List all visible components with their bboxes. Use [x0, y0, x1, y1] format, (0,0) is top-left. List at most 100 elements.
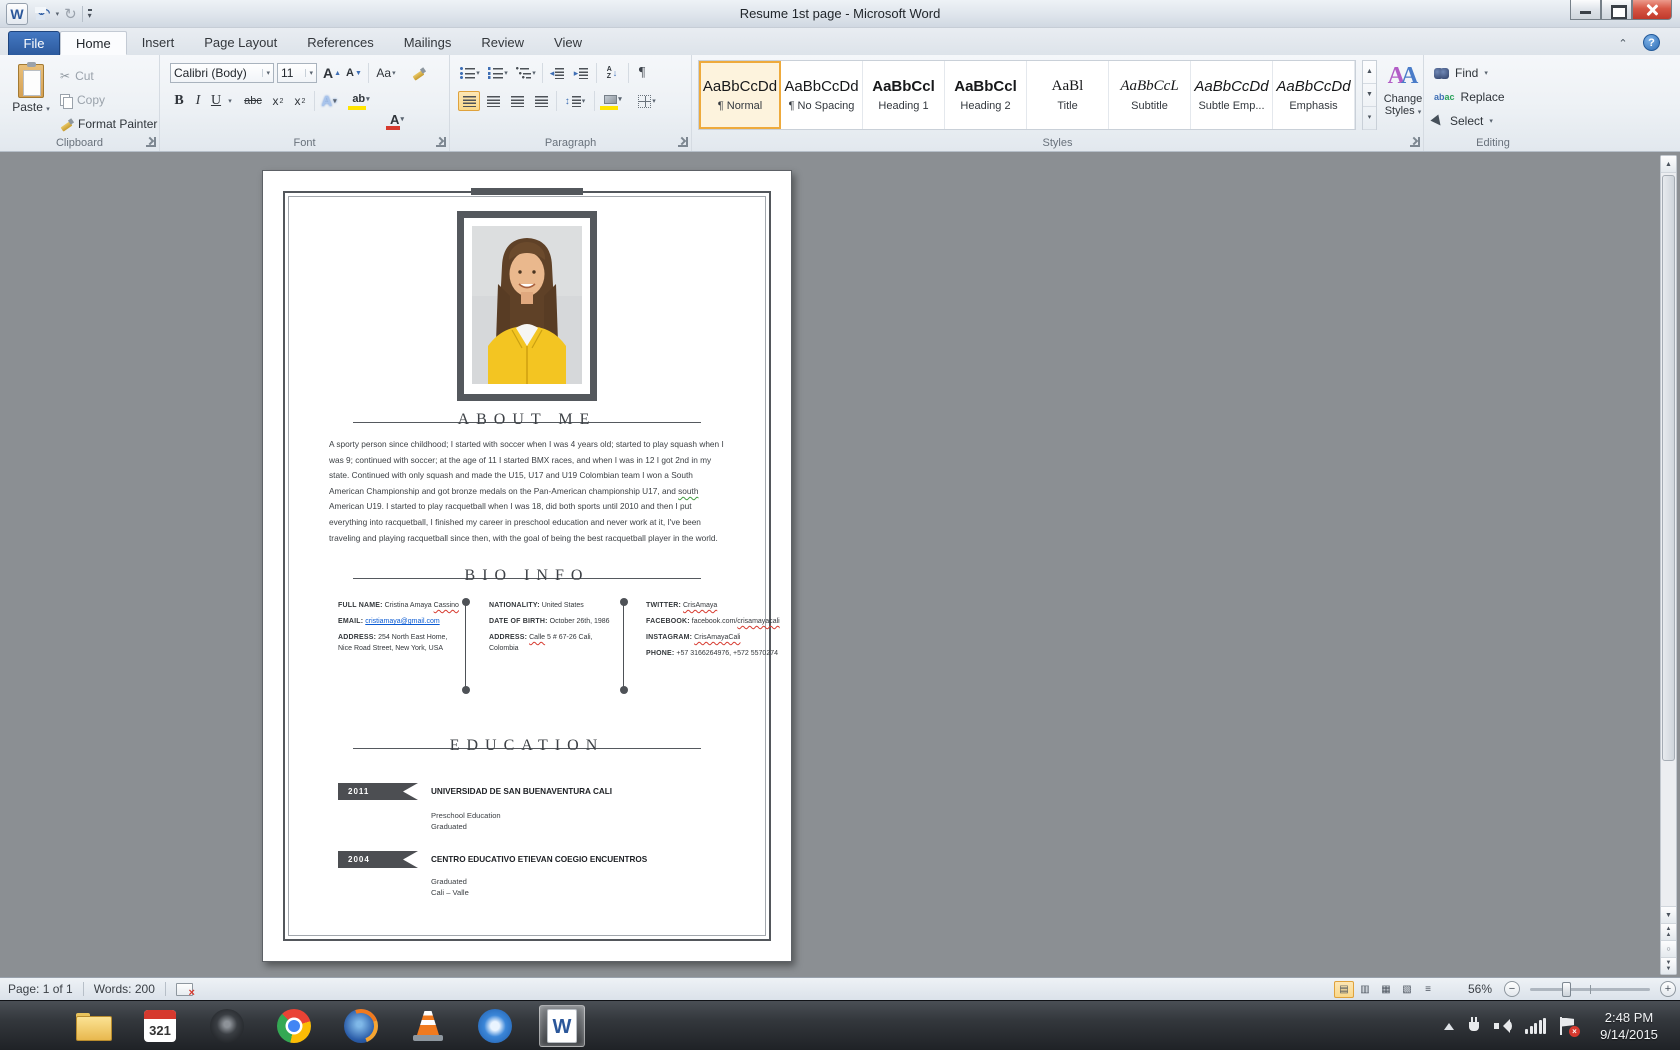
scrollbar-track[interactable] — [1661, 173, 1676, 906]
draft-view-button[interactable]: ≡ — [1418, 981, 1438, 998]
change-case-button[interactable]: Aa ▾ — [372, 63, 400, 83]
borders-button[interactable]: ▾ — [632, 91, 662, 111]
underline-dropdown-icon[interactable]: ▾ — [224, 91, 236, 111]
select-browse-object-button[interactable]: ○ — [1661, 940, 1676, 957]
grow-font-button[interactable]: A▲ — [322, 63, 342, 83]
gallery-expand-icon[interactable]: ▾ — [1363, 107, 1376, 130]
font-dialog-launcher[interactable] — [436, 137, 446, 147]
gallery-scroll-down-icon[interactable]: ▼ — [1363, 84, 1376, 107]
paragraph-dialog-launcher[interactable] — [678, 137, 688, 147]
show-formatting-button[interactable]: ¶ — [632, 63, 652, 83]
shrink-font-button[interactable]: A▼ — [344, 63, 364, 83]
chevron-down-icon[interactable]: ▾ — [262, 69, 270, 77]
gallery-scroll-up-icon[interactable]: ▲ — [1363, 61, 1376, 84]
previous-page-button[interactable]: ▲▲ — [1661, 923, 1676, 940]
document-page[interactable]: ABOUT ME A sporty person since childhood… — [262, 170, 792, 962]
clipboard-dialog-launcher[interactable] — [146, 137, 156, 147]
taskbar-word-button[interactable]: W — [539, 1005, 585, 1047]
font-name-select[interactable]: Calibri (Body) ▾ — [170, 63, 274, 83]
strikethrough-button[interactable]: abc — [240, 91, 266, 111]
numbering-button[interactable]: ▾ — [486, 63, 510, 83]
zoom-in-button[interactable]: + — [1660, 981, 1676, 997]
action-center-flag-icon[interactable]: × — [1559, 1017, 1577, 1035]
zoom-out-button[interactable]: − — [1504, 981, 1520, 997]
print-layout-view-button[interactable]: ▤ — [1334, 981, 1354, 998]
bullets-button[interactable]: ▾ — [458, 63, 482, 83]
superscript-button[interactable]: x2 — [290, 91, 310, 111]
style-no-spacing[interactable]: AaBbCcDd ¶ No Spacing — [781, 61, 863, 129]
scroll-up-icon[interactable]: ▲ — [1661, 156, 1676, 173]
next-page-button[interactable]: ▼▼ — [1661, 957, 1676, 974]
format-painter-button[interactable]: Format Painter — [60, 113, 158, 135]
paste-dropdown-icon[interactable]: ▾ — [46, 106, 50, 113]
decrease-indent-button[interactable]: ◂ — [546, 63, 568, 83]
tab-view[interactable]: View — [539, 31, 597, 55]
font-size-select[interactable]: 11 ▾ — [277, 63, 317, 83]
text-highlight-button[interactable]: ab ▾ — [346, 89, 376, 109]
style-subtitle[interactable]: AaBbCcL Subtitle — [1109, 61, 1191, 129]
multilevel-list-button[interactable]: ▾ — [514, 63, 538, 83]
align-right-button[interactable] — [506, 91, 528, 111]
taskbar-clock[interactable]: 2:48 PM 9/14/2015 — [1590, 1009, 1668, 1043]
power-plug-icon[interactable] — [1467, 1017, 1481, 1035]
zoom-slider[interactable] — [1530, 988, 1650, 991]
sort-button[interactable]: AZ ↓ — [600, 63, 624, 83]
network-signal-icon[interactable] — [1525, 1018, 1546, 1034]
tab-insert[interactable]: Insert — [127, 31, 190, 55]
clear-formatting-button[interactable] — [406, 63, 430, 83]
tab-mailings[interactable]: Mailings — [389, 31, 467, 55]
replace-button[interactable]: abac Replace — [1434, 87, 1505, 107]
subscript-button[interactable]: x2 — [268, 91, 288, 111]
taskbar-chrome-button[interactable] — [271, 1005, 317, 1047]
style-heading-1[interactable]: AaBbCcl Heading 1 — [863, 61, 945, 129]
bold-button[interactable]: B — [170, 91, 188, 111]
taskbar-calendar-button[interactable]: 321 — [137, 1005, 183, 1047]
underline-button[interactable]: U — [208, 91, 224, 111]
taskbar-vlc-button[interactable] — [405, 1005, 451, 1047]
text-effects-button[interactable]: A▾ — [318, 91, 340, 111]
taskbar-player-button[interactable] — [472, 1005, 518, 1047]
tab-page-layout[interactable]: Page Layout — [189, 31, 292, 55]
close-button[interactable] — [1632, 0, 1672, 20]
style-heading-2[interactable]: AaBbCcl Heading 2 — [945, 61, 1027, 129]
increase-indent-button[interactable]: ▸ — [570, 63, 592, 83]
tab-file[interactable]: File — [8, 31, 60, 55]
chevron-down-icon[interactable]: ▾ — [305, 69, 313, 77]
paste-button[interactable]: Paste ▾ — [8, 61, 54, 135]
maximize-button[interactable] — [1601, 0, 1632, 20]
outline-view-button[interactable]: ▧ — [1397, 981, 1417, 998]
justify-button[interactable] — [530, 91, 552, 111]
taskbar-media-button[interactable] — [204, 1005, 250, 1047]
italic-button[interactable]: I — [190, 91, 206, 111]
find-button[interactable]: Find ▾ — [1434, 63, 1488, 83]
help-icon[interactable]: ? — [1643, 34, 1660, 51]
web-layout-view-button[interactable]: ▦ — [1376, 981, 1396, 998]
shading-button[interactable]: ▾ — [598, 89, 628, 109]
select-button[interactable]: Select ▾ — [1434, 111, 1493, 131]
copy-button[interactable]: Copy — [60, 89, 158, 111]
tab-review[interactable]: Review — [466, 31, 539, 55]
collapse-ribbon-icon[interactable]: ⌃ — [1614, 36, 1632, 52]
align-left-button[interactable] — [458, 91, 480, 111]
proofing-errors-icon[interactable] — [176, 982, 193, 996]
full-screen-reading-view-button[interactable]: ▥ — [1355, 981, 1375, 998]
style-title[interactable]: AaBl Title — [1027, 61, 1109, 129]
tab-home[interactable]: Home — [60, 31, 127, 55]
font-color-button[interactable]: A ▾ — [382, 109, 412, 129]
scrollbar-thumb[interactable] — [1662, 175, 1675, 761]
styles-dialog-launcher[interactable] — [1410, 137, 1420, 147]
scroll-down-icon[interactable]: ▼ — [1661, 906, 1676, 923]
zoom-slider-thumb[interactable] — [1562, 982, 1571, 997]
zoom-level[interactable]: 56% — [1458, 982, 1492, 996]
about-me-paragraph[interactable]: A sporty person since childhood; I start… — [329, 437, 729, 546]
vertical-scrollbar[interactable]: ▲ ▼ ▲▲ ○ ▼▼ — [1660, 155, 1677, 975]
page-indicator[interactable]: Page: 1 of 1 — [8, 982, 73, 996]
line-spacing-button[interactable]: ↕ ▾ — [560, 91, 590, 111]
show-hidden-icons-button[interactable] — [1444, 1018, 1454, 1030]
align-center-button[interactable] — [482, 91, 504, 111]
taskbar-explorer-button[interactable] — [70, 1005, 116, 1047]
minimize-button[interactable] — [1570, 0, 1601, 20]
taskbar-firefox-button[interactable] — [338, 1005, 384, 1047]
style-emphasis[interactable]: AaBbCcDd Emphasis — [1273, 61, 1355, 129]
email-link[interactable]: cristiamaya@gmail.com — [365, 618, 439, 625]
